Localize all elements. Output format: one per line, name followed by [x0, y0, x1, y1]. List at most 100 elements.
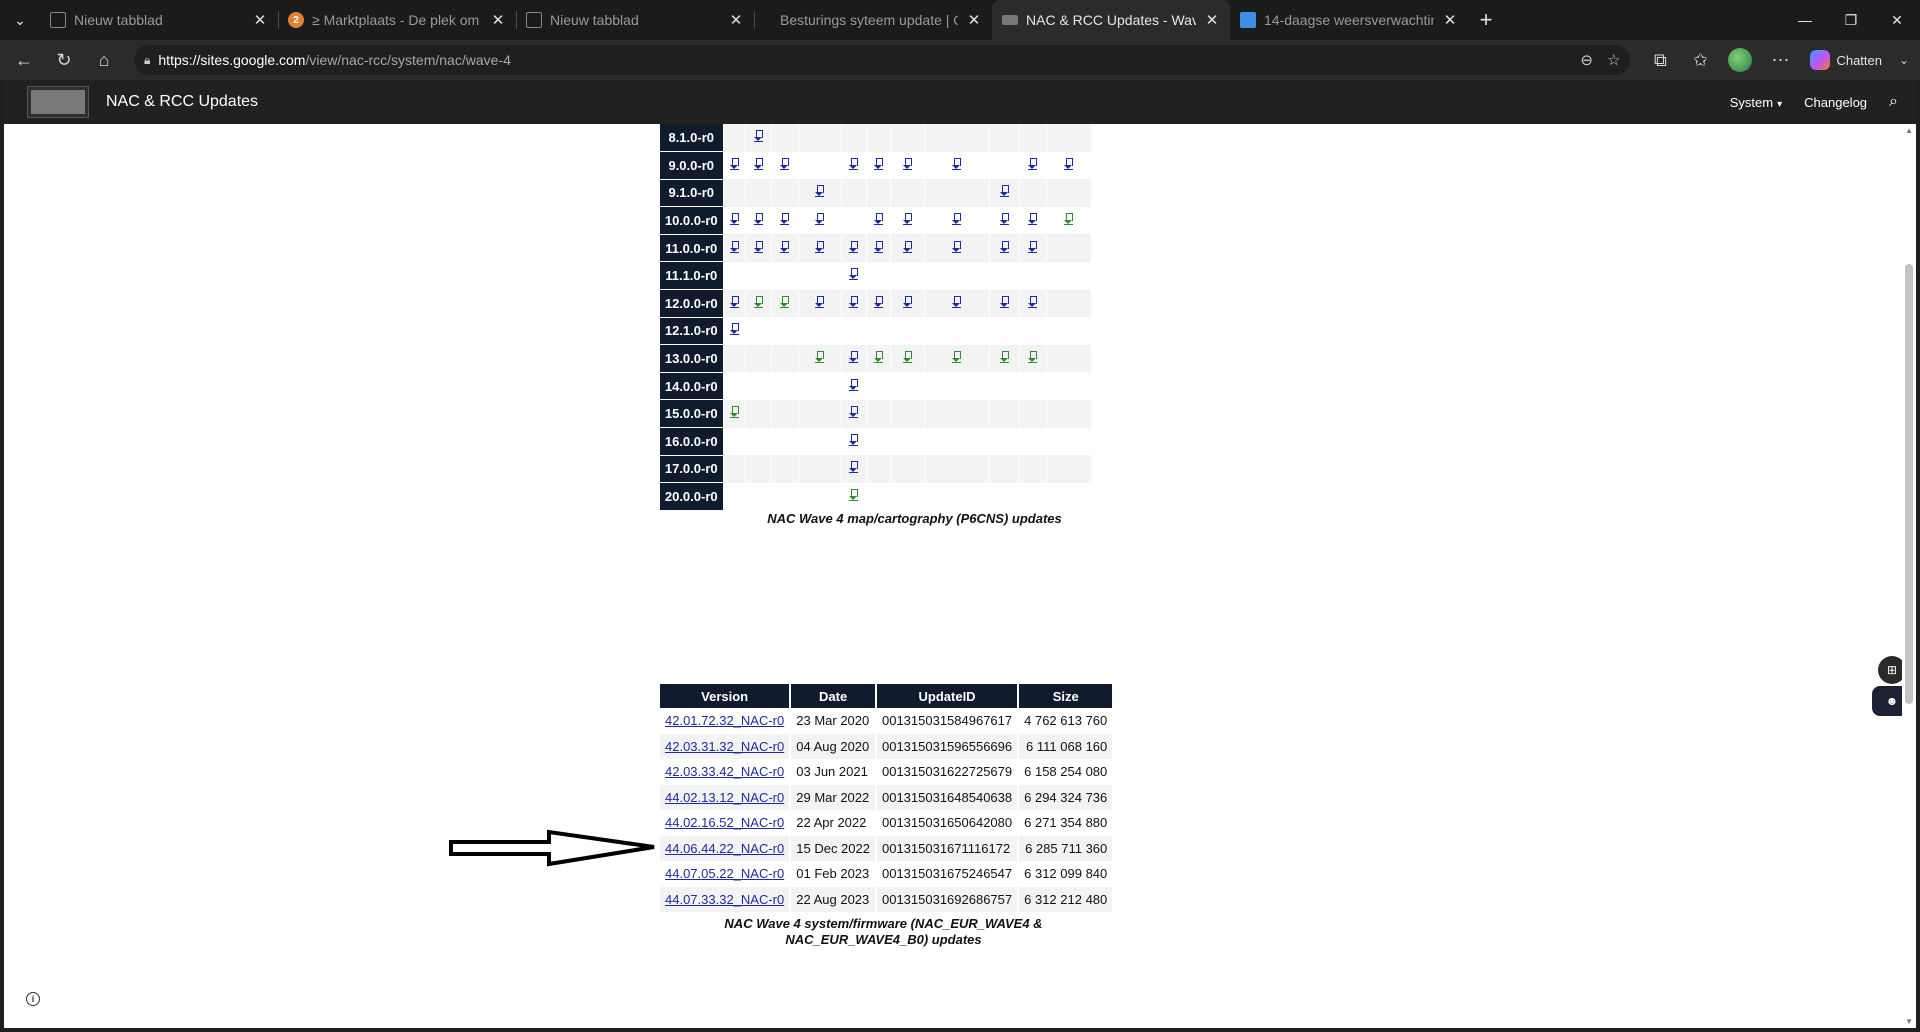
download-icon[interactable]: [729, 157, 739, 170]
download-icon[interactable]: [849, 489, 858, 502]
download-icon[interactable]: [729, 295, 739, 308]
download-icon[interactable]: [753, 295, 763, 308]
version-link[interactable]: 44.02.16.52_NAC-r0: [665, 815, 784, 830]
download-icon[interactable]: [952, 157, 961, 170]
download-icon[interactable]: [729, 240, 739, 253]
download-icon[interactable]: [999, 295, 1009, 308]
download-icon[interactable]: [729, 213, 739, 226]
version-link[interactable]: 44.07.33.32_NAC-r0: [665, 892, 784, 907]
download-icon[interactable]: [780, 157, 789, 170]
page-scrollbar[interactable]: ▲ ▼: [1902, 124, 1916, 1028]
restore-icon[interactable]: ❐: [1828, 0, 1874, 40]
minimize-icon[interactable]: —: [1782, 0, 1828, 40]
download-icon[interactable]: [902, 157, 912, 170]
back-arrow-icon[interactable]: ←: [6, 44, 42, 76]
download-icon[interactable]: [729, 406, 739, 419]
close-tab-icon[interactable]: ✕: [1442, 11, 1458, 29]
download-icon[interactable]: [849, 351, 858, 364]
extensions-puzzle-icon[interactable]: ⧉: [1642, 44, 1678, 76]
download-icon[interactable]: [849, 240, 858, 253]
download-icon[interactable]: [952, 351, 961, 364]
more-menu-icon[interactable]: ⋯: [1762, 44, 1798, 76]
download-icon[interactable]: [753, 213, 763, 226]
close-tab-icon[interactable]: ✕: [1204, 11, 1220, 29]
browser-tab[interactable]: NAC & RCC Updates - Wave 4 ✕: [992, 0, 1230, 40]
download-icon[interactable]: [1028, 351, 1037, 364]
close-window-icon[interactable]: ✕: [1874, 0, 1920, 40]
favorites-icon[interactable]: ✩: [1682, 44, 1718, 76]
download-icon[interactable]: [780, 295, 789, 308]
download-icon[interactable]: [849, 157, 858, 170]
home-icon[interactable]: ⌂: [86, 44, 122, 76]
version-link[interactable]: 44.02.13.12_NAC-r0: [665, 790, 784, 805]
reload-icon[interactable]: ↻: [46, 44, 82, 76]
download-icon[interactable]: [1028, 157, 1037, 170]
search-icon[interactable]: ⌕: [1889, 93, 1898, 111]
download-icon[interactable]: [1064, 213, 1074, 226]
download-icon[interactable]: [849, 461, 858, 474]
zoom-icon[interactable]: ⊖: [1580, 51, 1593, 69]
download-icon[interactable]: [1064, 157, 1074, 170]
profile-avatar[interactable]: [1722, 44, 1758, 76]
download-icon[interactable]: [780, 213, 789, 226]
browser-tab[interactable]: Besturings syteem update | Opel-F ✕: [754, 0, 992, 40]
download-icon[interactable]: [999, 213, 1009, 226]
close-tab-icon[interactable]: ✕: [490, 11, 506, 29]
download-icon[interactable]: [952, 213, 961, 226]
address-bar[interactable]: 🔒︎ https://sites.google.com/view/nac-rcc…: [134, 45, 1631, 75]
download-icon[interactable]: [753, 240, 763, 253]
close-tab-icon[interactable]: ✕: [252, 11, 268, 29]
download-icon[interactable]: [815, 213, 824, 226]
download-icon[interactable]: [815, 240, 824, 253]
version-link[interactable]: 44.07.05.22_NAC-r0: [665, 866, 784, 881]
close-tab-icon[interactable]: ✕: [966, 11, 982, 29]
download-icon[interactable]: [780, 240, 789, 253]
copilot-chevron-down-icon[interactable]: ⌄: [1894, 44, 1914, 76]
close-tab-icon[interactable]: ✕: [728, 11, 744, 29]
download-icon[interactable]: [952, 240, 961, 253]
download-icon[interactable]: [902, 213, 912, 226]
version-link[interactable]: 42.03.33.42_NAC-r0: [665, 764, 784, 779]
download-icon[interactable]: [873, 213, 883, 226]
scroll-down-icon[interactable]: ▼: [1905, 1017, 1913, 1026]
download-icon[interactable]: [999, 240, 1009, 253]
url-text[interactable]: https://sites.google.com/view/nac-rcc/sy…: [158, 52, 510, 68]
scroll-up-icon[interactable]: ▲: [1905, 126, 1913, 135]
version-link[interactable]: 42.01.72.32_NAC-r0: [665, 713, 784, 728]
lock-icon[interactable]: 🔒︎: [144, 53, 150, 68]
new-tab-plus-icon[interactable]: +: [1468, 0, 1504, 40]
browser-tab[interactable]: 2 ≥ Marktplaats - De plek om nieuwe ✕: [278, 0, 516, 40]
download-icon[interactable]: [753, 157, 763, 170]
download-icon[interactable]: [729, 323, 739, 336]
download-icon[interactable]: [849, 295, 858, 308]
site-logo[interactable]: [28, 87, 88, 117]
download-icon[interactable]: [873, 295, 883, 308]
nav-changelog[interactable]: Changelog: [1804, 95, 1867, 110]
download-icon[interactable]: [1028, 240, 1037, 253]
download-icon[interactable]: [902, 240, 912, 253]
download-icon[interactable]: [815, 185, 824, 198]
favorite-star-icon[interactable]: ☆: [1607, 51, 1620, 69]
download-icon[interactable]: [849, 268, 858, 281]
browser-tab[interactable]: 14-daagse weersverwachting Terhe ✕: [1230, 0, 1468, 40]
scroll-thumb[interactable]: [1905, 264, 1913, 704]
version-link[interactable]: 44.06.44.22_NAC-r0: [665, 841, 784, 856]
download-icon[interactable]: [1028, 213, 1037, 226]
download-icon[interactable]: [902, 295, 912, 308]
download-icon[interactable]: [873, 351, 883, 364]
tab-actions-chevron-down-icon[interactable]: ⌄: [0, 0, 40, 40]
download-icon[interactable]: [999, 185, 1009, 198]
download-icon[interactable]: [849, 378, 858, 391]
copilot-button[interactable]: Chatten: [1802, 50, 1890, 70]
browser-tab[interactable]: Nieuw tabblad ✕: [516, 0, 754, 40]
browser-tab[interactable]: Nieuw tabblad ✕: [40, 0, 278, 40]
download-icon[interactable]: [815, 351, 824, 364]
download-icon[interactable]: [815, 295, 824, 308]
download-icon[interactable]: [873, 157, 883, 170]
site-title[interactable]: NAC & RCC Updates: [106, 93, 258, 111]
download-icon[interactable]: [1028, 295, 1037, 308]
download-icon[interactable]: [849, 406, 858, 419]
info-icon[interactable]: i: [26, 992, 40, 1006]
download-icon[interactable]: [849, 433, 858, 446]
download-icon[interactable]: [902, 351, 912, 364]
